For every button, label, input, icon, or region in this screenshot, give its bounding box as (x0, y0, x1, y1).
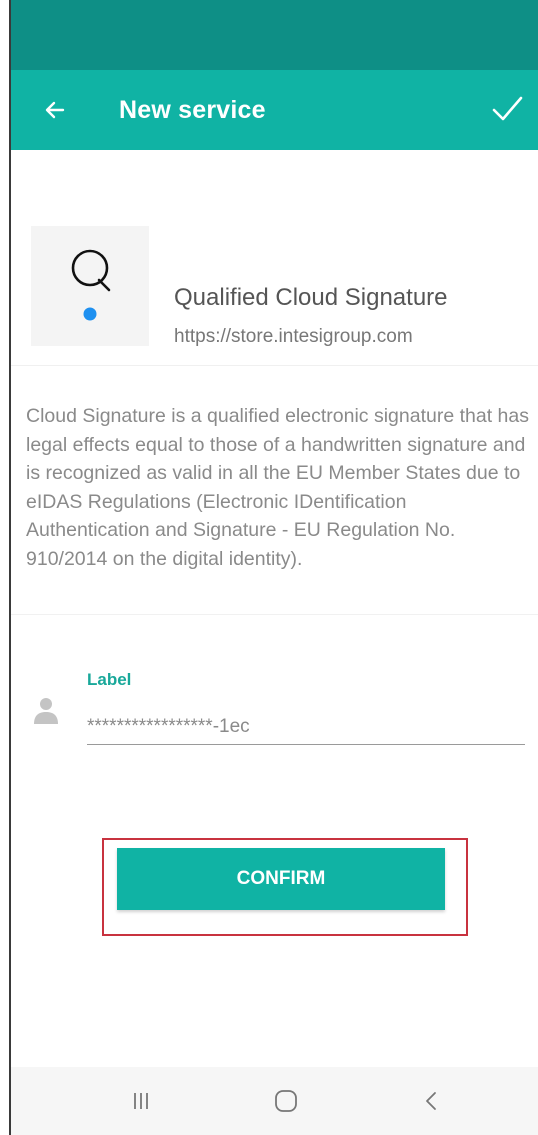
recents-icon (134, 1093, 148, 1109)
service-logo (31, 226, 149, 346)
device-frame (0, 0, 9, 1135)
label-field-title: Label (87, 670, 132, 689)
service-description: Cloud Signature is a qualified electroni… (26, 405, 529, 570)
system-back-button[interactable] (391, 1067, 471, 1135)
service-name: Qualified Cloud Signature (174, 284, 448, 311)
confirm-check-button[interactable] (482, 84, 532, 134)
checkmark-icon (492, 96, 523, 121)
service-header: Qualified Cloud Signature https://store.… (11, 150, 538, 366)
app-bar: New service (11, 70, 538, 150)
back-button[interactable] (33, 88, 77, 132)
navigation-bar (11, 1067, 538, 1135)
service-url: https://store.intesigroup.com (174, 326, 413, 347)
status-bar (11, 0, 538, 70)
person-icon (34, 698, 58, 724)
home-icon (275, 1090, 297, 1112)
recents-button[interactable] (101, 1067, 181, 1135)
back-chevron-icon (426, 1092, 436, 1110)
label-input[interactable]: *****************-1ec (87, 710, 525, 745)
q-logo-icon (71, 249, 111, 321)
arrow-left-icon (45, 101, 65, 119)
page-title: New service (119, 96, 266, 124)
home-button[interactable] (246, 1067, 326, 1135)
confirm-button[interactable]: CONFIRM (117, 848, 445, 910)
phone-screen: New service Qualified Cloud Signature ht… (9, 0, 538, 1135)
divider (11, 614, 538, 615)
